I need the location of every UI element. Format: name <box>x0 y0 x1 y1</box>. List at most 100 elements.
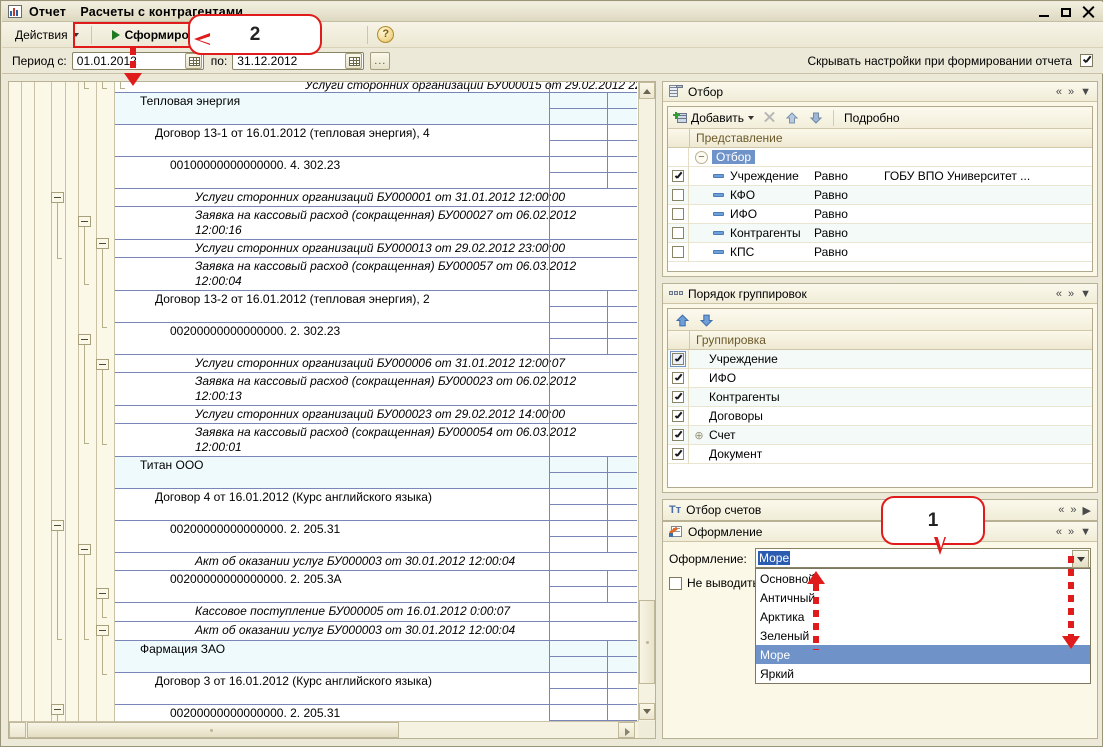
grouping-row-checkbox[interactable] <box>672 372 684 384</box>
period-to-input[interactable] <box>233 52 346 69</box>
report-row[interactable]: Договор 13-2 от 16.01.2012 (тепловая эне… <box>115 291 637 323</box>
accounts-filter-header[interactable]: Тт Отбор счетов « » ▶ <box>663 500 1097 520</box>
report-row[interactable]: 00100000000000000. 4. 302.23 <box>115 157 637 189</box>
report-collapse-toggle[interactable] <box>78 216 91 227</box>
report-row[interactable]: Заявка на кассовый расход (сокращенная) … <box>115 207 637 240</box>
appearance-select[interactable]: Море <box>755 548 1091 568</box>
panel-menu-icon[interactable]: ▼ <box>1080 526 1091 538</box>
panel-menu-icon[interactable]: ▼ <box>1080 86 1091 98</box>
report-collapse-toggle[interactable] <box>51 192 64 203</box>
filter-panel-header[interactable]: Отбор « » ▼ <box>663 82 1097 102</box>
period-from-input[interactable] <box>72 52 185 69</box>
expand-right-icon[interactable]: » <box>1068 526 1074 538</box>
collapse-left-icon[interactable]: « <box>1056 288 1062 300</box>
grouping-row-checkbox[interactable] <box>672 410 684 422</box>
actions-menu-button[interactable]: Действия <box>8 24 86 46</box>
report-collapse-toggle[interactable] <box>96 359 109 370</box>
report-row[interactable]: Договор 3 от 16.01.2012 (Курс английског… <box>115 673 637 705</box>
filter-row[interactable]: Учреждение Равно ГОБУ ВПО Университет ... <box>668 166 1092 186</box>
appearance-option[interactable]: Зеленый <box>756 626 1090 645</box>
maximize-icon[interactable] <box>1060 6 1073 19</box>
report-row[interactable]: Услуги сторонних организаций БУ000023 от… <box>115 406 637 424</box>
grouping-row[interactable]: Документ <box>668 444 1092 464</box>
appearance-option[interactable]: Основной <box>756 569 1090 588</box>
collapse-left-icon[interactable]: « <box>1056 526 1062 538</box>
scroll-down-arrow-icon[interactable] <box>639 703 655 720</box>
filter-row[interactable]: КФО Равно <box>668 185 1092 205</box>
report-collapse-toggle[interactable] <box>78 544 91 555</box>
report-spreadsheet[interactable]: Услуги сторонних организаций БУ000015 от… <box>8 81 656 739</box>
report-row[interactable]: Тепловая энергия <box>115 93 637 125</box>
chevron-down-icon[interactable] <box>1072 550 1089 568</box>
grouping-row-checkbox[interactable] <box>672 391 684 403</box>
collapse-node-icon[interactable]: − <box>695 150 708 164</box>
report-hscrollbar-thumb[interactable] <box>27 722 399 738</box>
grouping-panel-header[interactable]: Порядок группировок « » ▼ <box>663 284 1097 304</box>
hide-settings-checkbox[interactable] <box>1080 54 1093 67</box>
report-collapse-toggle[interactable] <box>96 625 109 636</box>
grouping-row-checkbox[interactable] <box>670 351 686 367</box>
grouping-row[interactable]: ИФО <box>668 368 1092 388</box>
filter-value[interactable]: ГОБУ ВПО Университет ... <box>884 169 1092 183</box>
report-row[interactable]: Заявка на кассовый расход (сокращенная) … <box>115 258 637 291</box>
grouping-move-down-button[interactable] <box>694 310 718 330</box>
filter-row-checkbox[interactable] <box>672 189 684 201</box>
add-filter-button[interactable]: Добавить <box>668 108 759 128</box>
filter-row[interactable]: ИФО Равно <box>668 204 1092 224</box>
filter-row-checkbox[interactable] <box>672 227 684 239</box>
report-scrollbar-thumb[interactable] <box>639 600 655 684</box>
report-row[interactable]: Акт об оказании услуг БУ000003 от 30.01.… <box>115 553 637 571</box>
filter-detail-button[interactable]: Подробно <box>839 108 905 128</box>
period-from-field[interactable] <box>71 51 204 70</box>
accounts-filter-panel[interactable]: Тт Отбор счетов « » ▶ <box>662 499 1098 521</box>
scroll-right-arrow-icon[interactable] <box>618 722 635 738</box>
expand-right-icon[interactable]: » <box>1068 288 1074 300</box>
filter-row[interactable]: КПС Равно <box>668 242 1092 262</box>
generate-report-button[interactable]: Сформировать <box>105 24 223 46</box>
report-row[interactable]: 00200000000000000. 2. 205.31 <box>115 521 637 553</box>
report-row[interactable]: Услуги сторонних организаций БУ000015 от… <box>115 82 637 93</box>
filter-root-row[interactable]: − Отбор <box>668 147 1092 167</box>
report-row[interactable]: Заявка на кассовый расход (сокращенная) … <box>115 373 637 406</box>
report-row[interactable]: Договор 4 от 16.01.2012 (Курс английског… <box>115 489 637 521</box>
report-row[interactable]: Фармация ЗАО <box>115 641 637 673</box>
expand-right-icon[interactable]: » <box>1068 86 1074 98</box>
appearance-option[interactable]: Античный <box>756 588 1090 607</box>
report-row[interactable]: Кассовое поступление БУ000005 от 16.01.2… <box>115 603 637 622</box>
calendar-icon-to[interactable] <box>345 52 363 69</box>
grouping-row[interactable]: Учреждение <box>668 349 1092 369</box>
appearance-option[interactable]: Яркий <box>756 664 1090 683</box>
move-down-button[interactable] <box>804 108 828 128</box>
report-collapse-toggle[interactable] <box>78 334 91 345</box>
grouping-row-checkbox[interactable] <box>672 448 684 460</box>
grouping-row[interactable]: Контрагенты <box>668 387 1092 407</box>
report-row[interactable]: Услуги сторонних организаций БУ000006 от… <box>115 355 637 373</box>
report-row[interactable]: Титан ООО <box>115 457 637 489</box>
no-output-checkbox[interactable] <box>669 576 682 590</box>
close-icon[interactable] <box>1082 5 1095 19</box>
report-row[interactable]: Договор 13-1 от 16.01.2012 (тепловая эне… <box>115 125 637 157</box>
move-up-button[interactable] <box>780 108 804 128</box>
report-collapse-toggle[interactable] <box>51 520 64 531</box>
grouping-row-checkbox[interactable] <box>672 429 684 441</box>
grouping-row[interactable]: ⊕ Счет <box>668 425 1092 445</box>
minimize-icon[interactable] <box>1038 6 1051 19</box>
delete-filter-button[interactable] <box>759 108 780 128</box>
filter-row-checkbox[interactable] <box>672 208 684 220</box>
panel-menu-icon[interactable]: ▼ <box>1080 288 1091 300</box>
report-row[interactable]: Услуги сторонних организаций БУ000013 от… <box>115 240 637 258</box>
report-row[interactable]: Акт об оказании услуг БУ000003 от 30.01.… <box>115 622 637 641</box>
report-collapse-toggle[interactable] <box>96 238 109 249</box>
filter-row-checkbox[interactable] <box>672 246 684 258</box>
appearance-dropdown-list[interactable]: Основной Античный Арктика Зеленый Море Яркий <box>755 568 1091 684</box>
report-row[interactable]: 00200000000000000. 2. 205.31 <box>115 705 637 721</box>
report-horizontal-scrollbar[interactable] <box>9 721 638 738</box>
appearance-option[interactable]: Море <box>756 645 1090 664</box>
filter-row[interactable]: Контрагенты Равно <box>668 223 1092 243</box>
no-output-option[interactable]: Не выводить <box>669 576 759 590</box>
help-icon[interactable]: ? <box>377 26 395 43</box>
period-to-field[interactable] <box>232 51 365 70</box>
report-row[interactable]: 00200000000000000. 2. 205.3А <box>115 571 637 603</box>
scroll-up-arrow-icon[interactable] <box>639 82 655 99</box>
grouping-row[interactable]: Договоры <box>668 406 1092 426</box>
